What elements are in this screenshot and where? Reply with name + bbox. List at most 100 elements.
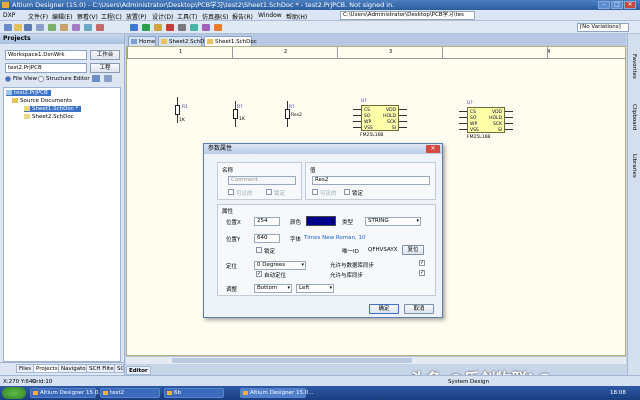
workspace-select[interactable]: Workspace1.DsnWrk [5, 50, 87, 60]
minimize-button[interactable]: – [598, 1, 610, 9]
tree-doc-sheet1[interactable]: Sheet1.SchDoc * [24, 106, 82, 112]
rotation-select[interactable]: 0 Degrees ▾ [254, 261, 306, 270]
clipboard-tab[interactable]: Clipboard [631, 104, 637, 130]
start-button[interactable] [2, 387, 26, 399]
maximize-button[interactable]: □ [611, 1, 623, 9]
tab-sch[interactable]: SCH [114, 364, 124, 373]
tab-sheet2[interactable]: Sheet2.SchDoc [158, 36, 211, 46]
chip-pin [459, 129, 467, 130]
workspace-button[interactable]: 工作台 [90, 50, 120, 60]
pin-label: HOLD [489, 116, 502, 121]
menu-window[interactable]: Window [258, 12, 282, 19]
resistor-r1[interactable] [175, 105, 180, 115]
panel-doc-icon[interactable] [92, 75, 100, 82]
dialog-close-button[interactable]: ✕ [426, 145, 440, 153]
value-input[interactable]: Res2 [312, 176, 430, 185]
project-button[interactable]: 工程 [90, 63, 120, 73]
tree-doc-sheet2[interactable]: Sheet2.SchDoc [24, 114, 74, 120]
allow-db-sync-checkbox[interactable]: ✓ [419, 260, 425, 266]
menu-tools[interactable]: 工具(T) [177, 12, 197, 21]
tab-editor[interactable]: Editor [126, 366, 151, 375]
tab-files[interactable]: Files [16, 364, 35, 373]
chevron-down-icon: ▾ [287, 285, 290, 291]
resistor-r2[interactable] [233, 109, 238, 119]
auto-position-checkbox[interactable]: ✓ [256, 271, 262, 277]
variations-dropdown[interactable]: [No Variations] [577, 23, 629, 32]
justify-horizontal-select[interactable]: Left ▾ [296, 284, 334, 293]
print-icon[interactable] [36, 24, 44, 31]
structure-editor-radio[interactable] [38, 76, 44, 82]
pos-x-input[interactable]: 254 [254, 217, 280, 226]
resistor-r3[interactable] [285, 109, 290, 119]
power-port-icon[interactable] [166, 24, 174, 31]
project-tree: test2.PrjPCB Source Documents Sheet1.Sch… [3, 87, 121, 362]
tab-home[interactable]: Home [128, 36, 156, 46]
scroll-thumb[interactable] [172, 358, 412, 363]
menu-file[interactable]: 文件(F) [28, 12, 48, 21]
menu-help[interactable]: 帮助(H) [286, 12, 307, 21]
pos-y-input[interactable]: 640 [254, 234, 280, 243]
sheet-symbol-icon[interactable] [190, 24, 198, 31]
project-select[interactable]: test2.PrjPCB [5, 63, 87, 73]
task-altium-2[interactable]: Altium Designer 15.0... [240, 388, 313, 398]
cut-icon[interactable] [72, 24, 80, 31]
app-icon [243, 391, 248, 395]
color-swatch[interactable] [306, 216, 336, 226]
no-erc-icon[interactable] [214, 24, 222, 31]
tab-sheet1[interactable]: Sheet1.SchDoc * [204, 36, 257, 55]
menu-project[interactable]: 工程(C) [101, 12, 122, 21]
bus-icon[interactable] [142, 24, 150, 31]
reset-button[interactable]: 复位 [402, 245, 424, 255]
menu-design[interactable]: 设计(D) [152, 12, 173, 21]
lock-label: 锁定 [264, 249, 276, 255]
menu-simulator[interactable]: 仿真器(S) [202, 12, 229, 21]
chip-fm25l16b[interactable]: CS SO WP VSS VDD HOLD SCK SI [361, 105, 399, 131]
allow-lib-sync-checkbox[interactable]: ✓ [419, 270, 425, 276]
value-visible-checkbox[interactable] [312, 189, 318, 195]
pos-y-label: 位置Y [226, 237, 241, 243]
favorites-tab[interactable]: Favorites [631, 54, 637, 79]
value-lock-checkbox[interactable] [344, 189, 350, 195]
folder-icon [103, 391, 108, 395]
task-test2[interactable]: test2 [100, 388, 160, 398]
chip-fm25l16b[interactable]: CS SO WP VSS VDD HOLD SCK SI [467, 107, 505, 133]
menu-place[interactable]: 放置(P) [126, 12, 146, 21]
wire-icon[interactable] [130, 24, 138, 31]
horizontal-scrollbar[interactable] [126, 356, 626, 364]
name-visible-checkbox[interactable] [228, 189, 234, 195]
net-label-icon[interactable] [154, 24, 162, 31]
component-icon[interactable] [178, 24, 186, 31]
font-link[interactable]: Times New Roman, 10 [304, 235, 365, 241]
libraries-tab[interactable]: Libraries [631, 154, 637, 178]
tree-source-folder[interactable]: Source Documents [12, 98, 72, 104]
name-input[interactable]: Comment [228, 176, 296, 185]
tree-project[interactable]: test2.PrjPCB [6, 90, 51, 96]
type-select[interactable]: STRING ▾ [365, 217, 421, 226]
name-group: 名称 Comment 可见的 锁定 [217, 162, 302, 200]
task-altium-1[interactable]: Altium Designer 15.0... [30, 388, 103, 398]
zoom-fit-icon[interactable] [60, 24, 68, 31]
lock-checkbox[interactable] [256, 247, 262, 253]
cancel-button[interactable]: 取消 [404, 304, 434, 314]
file-view-radio[interactable] [5, 76, 11, 82]
app-icon [2, 2, 9, 8]
menu-reports[interactable]: 报告(R) [232, 12, 253, 21]
zoom-icon[interactable] [48, 24, 56, 31]
task-6b[interactable]: 6b [164, 388, 224, 398]
copy-icon[interactable] [84, 24, 92, 31]
tab-projects[interactable]: Projects [33, 364, 61, 373]
menu-edit[interactable]: 编辑(E) [52, 12, 72, 21]
panel-menu-icon[interactable] [104, 75, 112, 82]
name-lock-checkbox[interactable] [266, 189, 272, 195]
ok-button[interactable]: 确定 [369, 304, 399, 314]
save-icon[interactable] [24, 24, 32, 31]
menu-view[interactable]: 察看(V) [77, 12, 98, 21]
path-field[interactable]: C:\Users\Administrator\Desktop\PCB学习\tes [340, 11, 475, 20]
justify-vertical-select[interactable]: Bottom ▾ [254, 284, 292, 293]
new-doc-icon[interactable] [4, 24, 12, 31]
paste-icon[interactable] [96, 24, 104, 31]
menu-dxp[interactable]: DXP [3, 12, 15, 19]
close-button[interactable]: ✕ [624, 1, 636, 9]
port-icon[interactable] [202, 24, 210, 31]
open-folder-icon[interactable] [14, 24, 22, 31]
